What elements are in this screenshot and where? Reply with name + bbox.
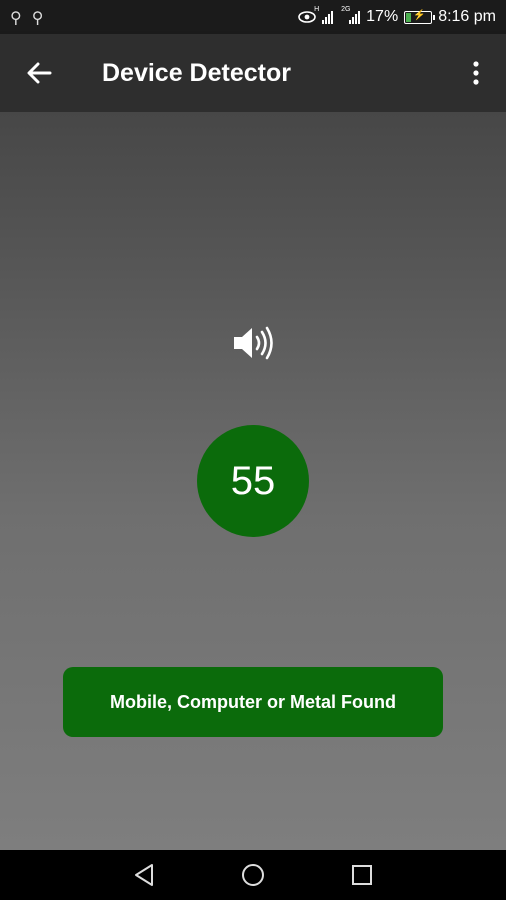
back-button[interactable] (0, 34, 78, 112)
nav-recents-button[interactable] (342, 855, 382, 895)
result-label: Mobile, Computer or Metal Found (110, 691, 396, 712)
back-arrow-icon (27, 62, 52, 84)
overflow-menu-icon (473, 61, 479, 85)
nav-back-icon (135, 864, 154, 886)
app-bar: Device Detector (0, 34, 506, 112)
result-button[interactable]: Mobile, Computer or Metal Found (63, 667, 443, 737)
overflow-menu-button[interactable] (446, 34, 506, 112)
battery-percent: 17% (366, 8, 399, 25)
page-title: Device Detector (102, 58, 291, 87)
status-left: ⚲ ⚲ (10, 8, 43, 27)
nav-recents-icon (351, 865, 372, 885)
battery-icon: ⚡ (404, 10, 436, 24)
usb-icon: ⚲ (10, 7, 22, 27)
speaker-icon[interactable] (232, 325, 276, 361)
detector-panel: 55 Mobile, Computer or Metal Found (0, 112, 506, 850)
status-right: H 2G 17% ⚡ 8:16 pm (298, 6, 496, 26)
reading-indicator: 55 (197, 425, 309, 537)
nav-home-button[interactable] (233, 855, 273, 895)
navigation-bar (0, 850, 506, 900)
reading-value: 55 (230, 458, 276, 503)
usb-icon: ⚲ (31, 7, 44, 27)
nav-home-icon (241, 864, 264, 886)
signal-icon: H (314, 6, 334, 24)
status-bar: ⚲ ⚲ H 2G 17% ⚡ 8:16 pm (0, 0, 506, 34)
clock: 8:16 pm (438, 8, 496, 25)
nav-back-button[interactable] (124, 855, 164, 895)
signal-icon: 2G (341, 6, 361, 24)
